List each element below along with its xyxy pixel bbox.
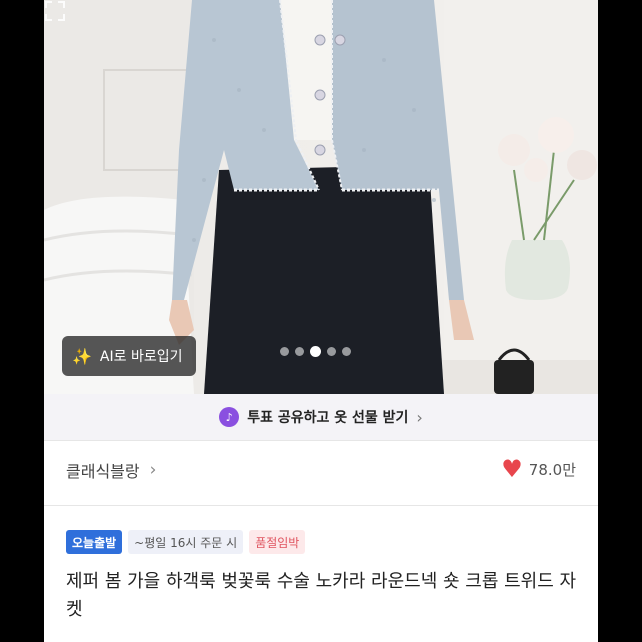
carousel-dot[interactable] (295, 347, 304, 356)
product-page: ✨ AI로 바로입기 ♪ 투표 공유하고 옷 선물 받기 › 클래식블랑 › ♥… (44, 0, 598, 642)
vote-share-banner[interactable]: ♪ 투표 공유하고 옷 선물 받기 › (44, 394, 598, 440)
expand-icon[interactable] (44, 0, 66, 22)
ai-try-on-label: AI로 바로입기 (99, 349, 183, 365)
chevron-right-icon: › (416, 407, 423, 427)
carousel-dot[interactable] (280, 347, 289, 356)
tag-delivery-condition: ~평일 16시 주문 시 (128, 530, 244, 554)
vote-share-label: 투표 공유하고 옷 선물 받기 (247, 410, 409, 426)
product-photo[interactable]: ✨ AI로 바로입기 (44, 0, 598, 394)
carousel-dot[interactable] (327, 347, 336, 356)
tag-today-shipping: 오늘출발 (66, 530, 123, 554)
vote-badge-icon: ♪ (219, 407, 240, 427)
shop-link[interactable]: 클래식블랑 › (66, 458, 156, 482)
carousel-dot-active[interactable] (310, 346, 321, 357)
carousel-indicator[interactable] (280, 346, 351, 357)
sparkle-icon: ✨ (72, 346, 92, 366)
ai-try-on-button[interactable]: ✨ AI로 바로입기 (62, 336, 197, 376)
shop-name: 클래식블랑 (66, 462, 140, 481)
product-title: 제퍼 봄 가을 하객룩 벚꽃룩 수술 노카라 라운드넥 숏 크롭 트위드 자켓 (66, 571, 577, 620)
product-photo-illustration (44, 0, 598, 394)
like-button[interactable]: ♥ 78.0만 (501, 457, 576, 481)
divider (44, 505, 598, 506)
carousel-dot[interactable] (342, 347, 351, 356)
heart-icon: ♥ (501, 455, 523, 483)
product-tags: 오늘출발 ~평일 16시 주문 시 품절임박 (66, 530, 306, 554)
divider (44, 440, 598, 441)
chevron-right-icon: › (149, 460, 157, 480)
like-count: 78.0만 (528, 460, 576, 479)
tag-almost-sold-out: 품절임박 (249, 530, 306, 554)
